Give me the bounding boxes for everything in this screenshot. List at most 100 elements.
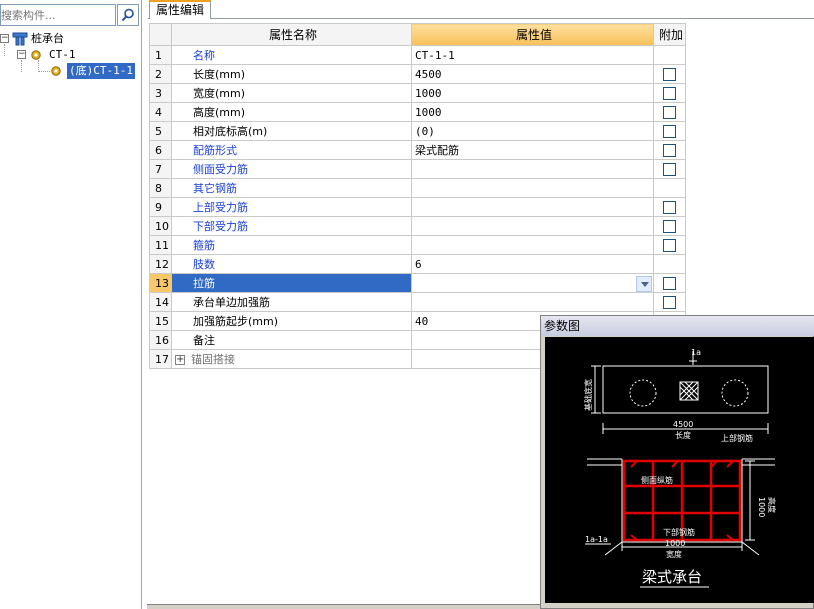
extra-cell [653, 216, 686, 236]
property-value: 4500 [415, 67, 442, 81]
property-name-cell[interactable]: 宽度(mm) [171, 83, 412, 103]
property-name-cell[interactable]: 相对底标高(m) [171, 121, 412, 141]
row-number: 16 [149, 330, 172, 350]
table-row[interactable]: 7 侧面受力筋 [149, 159, 686, 179]
row-number: 1 [149, 45, 172, 65]
tab-attribute-edit[interactable]: 属性编辑 [149, 0, 211, 19]
extra-cell [653, 159, 686, 179]
table-row[interactable]: 2 长度(mm) 4500 [149, 64, 686, 84]
row-number: 8 [149, 178, 172, 198]
property-name-cell[interactable]: 箍筋 [171, 235, 412, 255]
property-name: 其它钢筋 [193, 182, 237, 195]
row-number: 12 [149, 254, 172, 274]
header-property-value[interactable]: 属性值 [411, 23, 654, 46]
property-value-cell[interactable]: 4500 [411, 64, 654, 84]
extra-checkbox[interactable] [663, 162, 676, 176]
property-value-cell[interactable] [411, 216, 654, 236]
property-value-cell[interactable]: 梁式配筋 [411, 140, 654, 160]
table-row[interactable]: 13 拉筋 [149, 273, 686, 293]
expand-icon[interactable]: + [175, 355, 185, 365]
extra-checkbox[interactable] [663, 219, 676, 233]
table-row[interactable]: 3 宽度(mm) 1000 [149, 83, 686, 103]
property-name: 上部受力筋 [193, 201, 248, 214]
property-value-cell[interactable]: 1000 [411, 102, 654, 122]
property-value-cell[interactable] [411, 159, 654, 179]
property-value: 梁式配筋 [415, 144, 459, 157]
property-name-cell[interactable]: 承台单边加强筋 [171, 292, 412, 312]
table-row[interactable]: 5 相对底标高(m) (0) [149, 121, 686, 141]
parameter-diagram-window: 参数图 1a 基础底宽 4500 长度 上部钢筋 侧面纵筋 下部钢筋 1000 … [540, 315, 814, 609]
extra-checkbox[interactable] [663, 105, 676, 119]
property-name: 肢数 [193, 258, 215, 271]
extra-cell [653, 178, 686, 198]
property-name-cell[interactable]: 备注 [171, 330, 412, 350]
property-value: 1000 [415, 105, 442, 119]
extra-checkbox[interactable] [663, 143, 676, 157]
property-name-cell[interactable]: 下部受力筋 [171, 216, 412, 236]
plan-left-label: 基础底宽 [583, 379, 593, 411]
extra-cell [653, 64, 686, 84]
plan-top-mark: 1a [691, 348, 701, 357]
table-row[interactable]: 12 肢数 6 [149, 254, 686, 274]
row-number: 2 [149, 64, 172, 84]
property-value: 1000 [415, 86, 442, 100]
table-row[interactable]: 10 下部受力筋 [149, 216, 686, 236]
property-name-cell[interactable]: 加强筋起步(mm) [171, 311, 412, 331]
extra-checkbox[interactable] [663, 295, 676, 309]
property-name-cell[interactable]: 长度(mm) [171, 64, 412, 84]
tree-node-ct1-1-label: (底)CT-1-1 [67, 63, 135, 79]
property-name-cell[interactable]: 侧面受力筋 [171, 159, 412, 179]
property-name: 拉筋 [193, 277, 215, 290]
extra-checkbox[interactable] [663, 86, 676, 100]
property-value-cell[interactable] [411, 292, 654, 312]
search-button[interactable] [117, 4, 139, 26]
property-value-cell[interactable]: (0) [411, 121, 654, 141]
property-name-cell[interactable]: 肢数 [171, 254, 412, 274]
gear-icon [51, 66, 61, 76]
property-name: 相对底标高(m) [193, 125, 268, 138]
plan-length-label: 长度 [675, 430, 691, 440]
property-value-cell[interactable]: CT-1-1 [411, 45, 654, 65]
property-name-cell[interactable]: 配筋形式 [171, 140, 412, 160]
table-row[interactable]: 9 上部受力筋 [149, 197, 686, 217]
property-name-cell[interactable]: 名称 [171, 45, 412, 65]
property-value-cell[interactable]: 1000 [411, 83, 654, 103]
extra-checkbox[interactable] [663, 67, 676, 81]
property-value-cell[interactable] [411, 235, 654, 255]
property-value-cell[interactable] [411, 197, 654, 217]
table-row[interactable]: 8 其它钢筋 [149, 178, 686, 198]
extra-checkbox[interactable] [663, 124, 676, 138]
table-row[interactable]: 4 高度(mm) 1000 [149, 102, 686, 122]
property-name-cell[interactable]: 高度(mm) [171, 102, 412, 122]
collapse-toggle-icon[interactable]: − [0, 34, 9, 43]
property-value-cell[interactable]: 6 [411, 254, 654, 274]
parameter-diagram-title[interactable]: 参数图 [541, 316, 814, 336]
table-row[interactable]: 11 箍筋 [149, 235, 686, 255]
property-value-cell[interactable] [411, 178, 654, 198]
row-number: 15 [149, 311, 172, 331]
extra-cell [653, 83, 686, 103]
collapse-toggle-icon[interactable]: − [17, 50, 26, 59]
row-number: 5 [149, 121, 172, 141]
extra-cell [653, 102, 686, 122]
property-value-cell[interactable] [411, 273, 654, 293]
property-name-cell[interactable]: 上部受力筋 [171, 197, 412, 217]
header-property-name[interactable]: 属性名称 [171, 23, 412, 46]
property-name-cell[interactable]: 其它钢筋 [171, 178, 412, 198]
extra-checkbox[interactable] [663, 276, 676, 290]
parameter-diagram: 1a 基础底宽 4500 长度 上部钢筋 侧面纵筋 下部钢筋 1000 高度 1… [545, 337, 814, 603]
property-name-cell[interactable]: 拉筋 [171, 273, 412, 293]
property-value: 6 [415, 257, 422, 271]
header-extra[interactable]: 附加 [653, 23, 686, 46]
width-value: 1000 [665, 539, 685, 548]
dropdown-arrow-icon[interactable] [636, 275, 652, 292]
extra-checkbox[interactable] [663, 238, 676, 252]
height-label: 高度 [767, 497, 777, 513]
search-input[interactable] [0, 4, 116, 26]
height-value: 1000 [757, 497, 766, 517]
table-row[interactable]: 1 名称 CT-1-1 [149, 45, 686, 65]
property-name-cell[interactable]: + 锚固搭接 [171, 349, 412, 369]
extra-checkbox[interactable] [663, 200, 676, 214]
table-row[interactable]: 14 承台单边加强筋 [149, 292, 686, 312]
table-row[interactable]: 6 配筋形式 梁式配筋 [149, 140, 686, 160]
